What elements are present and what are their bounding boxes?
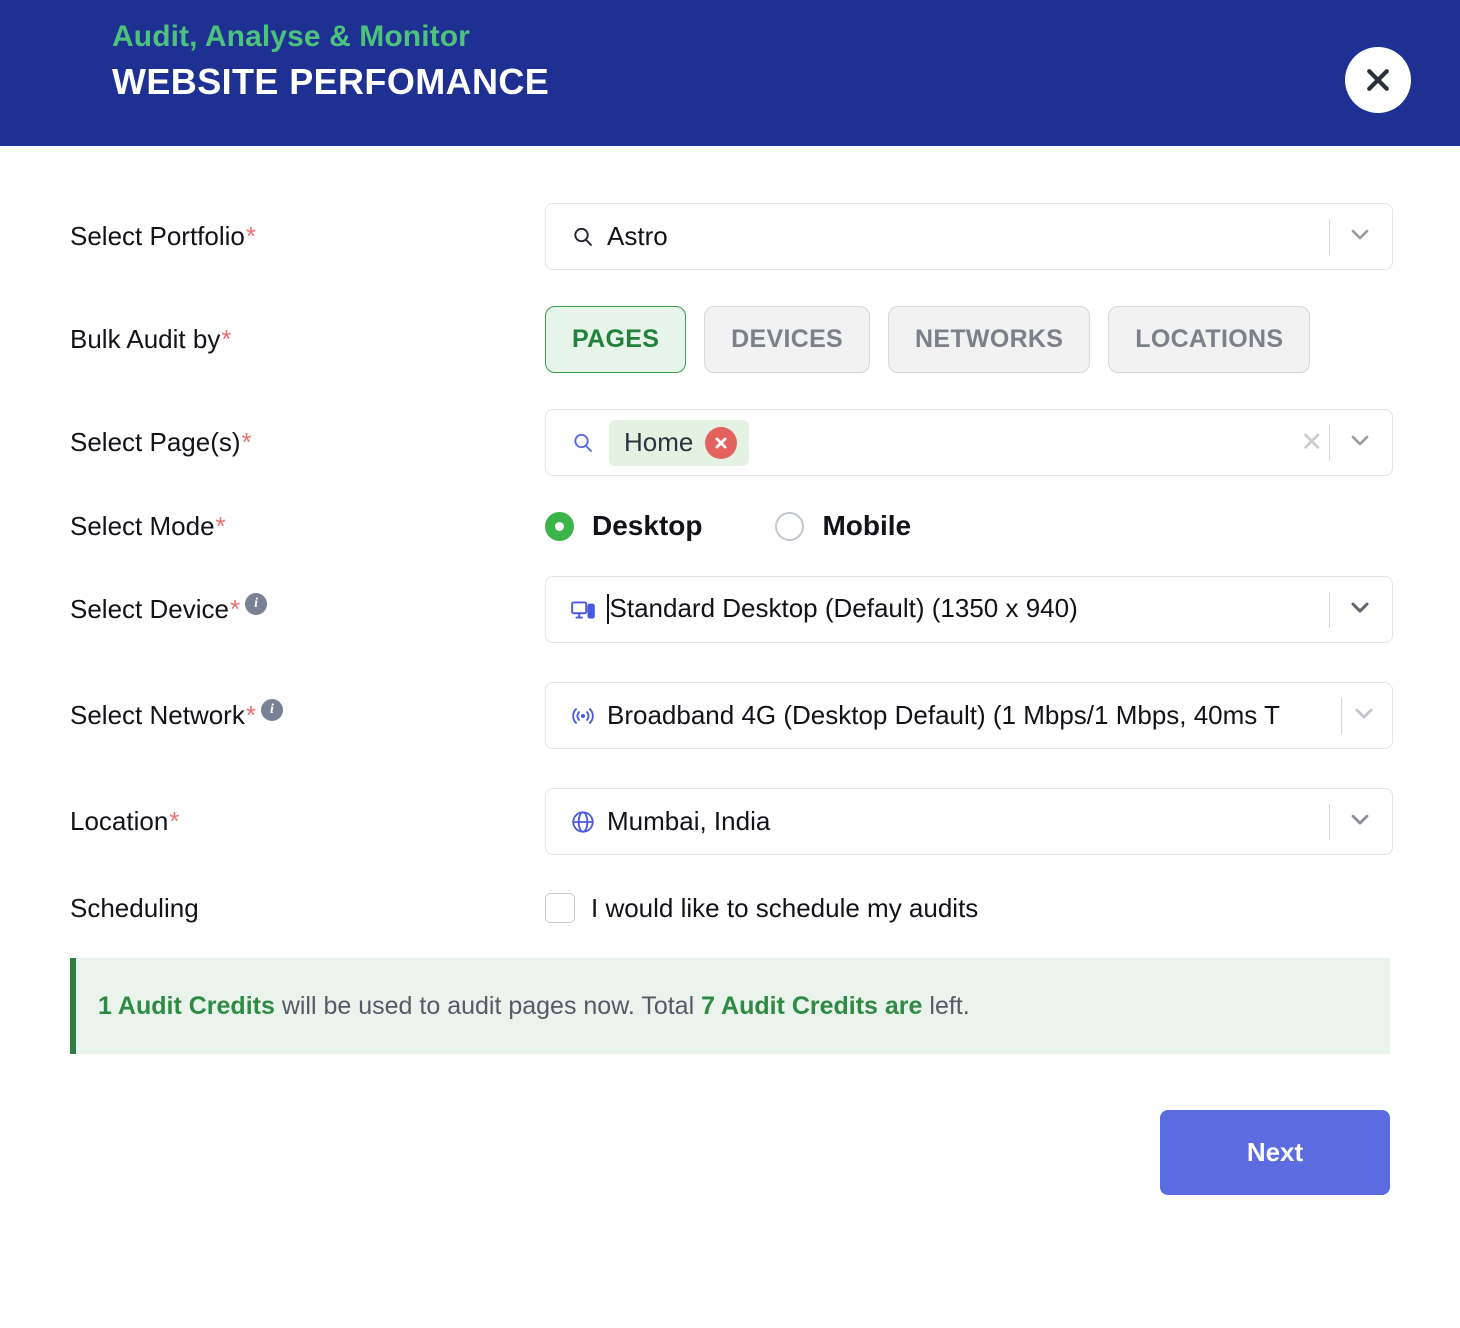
- network-select-affordances: [1341, 683, 1392, 748]
- network-value: Broadband 4G (Desktop Default) (1 Mbps/1…: [607, 700, 1280, 730]
- label-text: Location: [70, 806, 169, 836]
- desktop-device-icon: [568, 597, 598, 623]
- label-text: Select Network: [70, 700, 245, 730]
- row-select-device: Select Device * i Standard Desktop (Defau…: [70, 576, 1393, 643]
- chevron-down-icon[interactable]: [1346, 593, 1374, 626]
- label-scheduling: Scheduling: [70, 893, 545, 924]
- device-value-wrapper: Standard Desktop (Default) (1350 x 940): [607, 593, 1323, 625]
- globe-icon: [568, 809, 598, 835]
- required-asterisk: *: [215, 510, 226, 541]
- radio-desktop-label: Desktop: [592, 510, 703, 541]
- bulk-audit-toggle-group: PAGES DEVICES NETWORKS LOCATIONS: [545, 306, 1390, 373]
- audit-credits-banner: 1 Audit Credits will be used to audit pa…: [70, 958, 1390, 1054]
- label-text: Select Device: [70, 594, 229, 624]
- required-asterisk: *: [245, 700, 256, 730]
- toggle-pages[interactable]: PAGES: [545, 306, 687, 373]
- required-asterisk: *: [221, 324, 232, 354]
- chevron-down-icon[interactable]: [1346, 220, 1374, 253]
- portfolio-select-affordances: [1323, 204, 1392, 269]
- row-bulk-audit-by: Bulk Audit by * PAGES DEVICES NETWORKS LO…: [70, 306, 1390, 373]
- divider: [1329, 424, 1330, 461]
- page-chip-home[interactable]: Home: [609, 419, 750, 466]
- info-icon[interactable]: i: [260, 698, 283, 721]
- label-bulk-audit-by: Bulk Audit by *: [70, 324, 545, 355]
- label-location: Location *: [70, 806, 545, 837]
- mode-radio-group: Desktop Mobile: [545, 510, 1390, 542]
- toggle-devices[interactable]: DEVICES: [704, 306, 871, 373]
- close-button[interactable]: [1345, 47, 1411, 113]
- device-value: Standard Desktop (Default) (1350 x 940): [609, 593, 1078, 624]
- pages-chip-list: Home: [607, 419, 1300, 466]
- row-select-pages: Select Page(s) * Home ✕: [70, 409, 1393, 476]
- chevron-down-icon[interactable]: [1346, 426, 1374, 459]
- chevron-down-icon[interactable]: [1350, 699, 1378, 732]
- audit-credits-text: 1 Audit Credits will be used to audit pa…: [98, 992, 970, 1021]
- header-eyebrow: Audit, Analyse & Monitor: [112, 20, 470, 53]
- pages-multiselect[interactable]: Home ✕: [545, 409, 1393, 476]
- scheduling-checkbox[interactable]: [545, 893, 575, 923]
- radio-mode-desktop[interactable]: Desktop: [545, 510, 702, 542]
- row-select-portfolio: Select Portfolio * Astro: [70, 203, 1393, 270]
- row-select-mode: Select Mode * Desktop Mobile: [70, 504, 1390, 548]
- device-select[interactable]: Standard Desktop (Default) (1350 x 940): [545, 576, 1393, 643]
- chip-remove-icon[interactable]: [705, 426, 738, 459]
- label-select-network: Select Network * i: [70, 698, 545, 733]
- label-select-pages: Select Page(s) *: [70, 427, 545, 458]
- audit-form: Select Portfolio * Astro Bulk Audit by *…: [0, 203, 1460, 1054]
- divider: [1329, 591, 1330, 628]
- search-icon: [568, 431, 598, 455]
- location-select[interactable]: Mumbai, India: [545, 788, 1393, 855]
- pages-select-affordances: ✕: [1300, 410, 1392, 475]
- radio-desktop-indicator: [545, 511, 574, 541]
- required-asterisk: *: [169, 806, 180, 836]
- divider: [1329, 803, 1330, 840]
- clear-selection-button[interactable]: ✕: [1300, 429, 1323, 456]
- required-asterisk: *: [229, 594, 241, 624]
- label-select-device: Select Device * i: [70, 592, 545, 627]
- modal-header: Audit, Analyse & Monitor WEBSITE PERFOMA…: [0, 0, 1460, 146]
- chevron-down-icon[interactable]: [1346, 805, 1374, 838]
- radio-mobile-indicator: [775, 511, 805, 541]
- divider: [1341, 697, 1342, 734]
- close-icon: [1363, 65, 1393, 95]
- device-select-affordances: [1323, 577, 1392, 642]
- modal-footer: Next: [0, 1110, 1460, 1195]
- location-select-affordances: [1323, 789, 1392, 854]
- row-location: Location * Mumbai, India: [70, 788, 1393, 855]
- label-select-mode: Select Mode *: [70, 511, 545, 542]
- scheduling-checkbox-row[interactable]: I would like to schedule my audits: [545, 893, 1390, 924]
- network-select[interactable]: Broadband 4G (Desktop Default) (1 Mbps/1…: [545, 682, 1393, 749]
- network-signal-icon: [568, 703, 598, 729]
- credits-remaining: 7 Audit Credits are: [701, 991, 923, 1020]
- label-text: Scheduling: [70, 892, 199, 923]
- divider: [1329, 218, 1330, 255]
- row-select-network: Select Network * i Broadband 4G (Desktop …: [70, 682, 1393, 749]
- row-scheduling: Scheduling I would like to schedule my a…: [70, 886, 1390, 930]
- page-title: WEBSITE PERFOMANCE: [112, 60, 550, 102]
- location-value: Mumbai, India: [607, 806, 771, 836]
- chip-label: Home: [624, 427, 694, 457]
- label-select-portfolio: Select Portfolio *: [70, 221, 545, 252]
- search-icon: [568, 225, 598, 249]
- credits-used: 1 Audit Credits: [98, 991, 275, 1020]
- credits-tail-text: left.: [922, 991, 970, 1020]
- radio-mode-mobile[interactable]: Mobile: [775, 510, 911, 542]
- required-asterisk: *: [241, 427, 252, 457]
- info-icon[interactable]: i: [245, 592, 268, 615]
- portfolio-select[interactable]: Astro: [545, 203, 1393, 270]
- label-text: Select Mode: [70, 510, 215, 541]
- portfolio-value: Astro: [607, 221, 668, 251]
- label-text: Select Portfolio: [70, 221, 245, 251]
- next-button[interactable]: Next: [1160, 1110, 1390, 1195]
- toggle-locations[interactable]: LOCATIONS: [1108, 306, 1311, 373]
- credits-middle-text: will be used to audit pages now. Total: [274, 991, 702, 1020]
- label-text: Bulk Audit by: [70, 324, 221, 354]
- scheduling-checkbox-label: I would like to schedule my audits: [591, 892, 979, 923]
- radio-mobile-label: Mobile: [822, 510, 912, 541]
- required-asterisk: *: [245, 221, 256, 251]
- toggle-networks[interactable]: NETWORKS: [888, 306, 1091, 373]
- label-text: Select Page(s): [70, 427, 241, 457]
- text-cursor: [607, 593, 609, 624]
